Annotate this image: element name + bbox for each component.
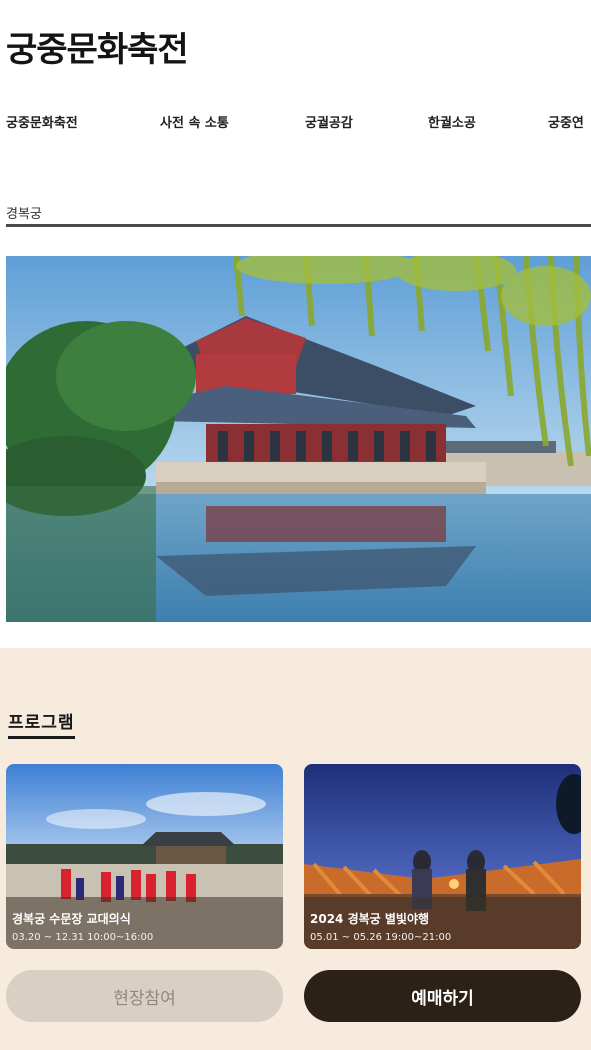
nav-item-palace-banquet[interactable]: 궁중연	[548, 112, 584, 131]
hero-image	[6, 256, 591, 622]
program-card-guard-ceremony[interactable]: 경복궁 수문장 교대의식 03.20 ~ 12.31 10:00~16:00	[6, 764, 283, 949]
section-divider	[6, 224, 591, 227]
program-section-title: 프로그램	[8, 708, 75, 739]
onsite-participation-button[interactable]: 현장참여	[6, 970, 283, 1022]
nav-item-festival[interactable]: 궁중문화축전	[6, 112, 78, 131]
page: 궁중문화축전 궁중문화축전 사전 속 소통 궁궐공감 한궐소공 궁중연 경복궁	[0, 0, 591, 1050]
hero-pavilion-illustration	[6, 256, 591, 622]
card-title: 2024 경복궁 별빛야행	[310, 912, 430, 926]
section-label-gyeongbokgung[interactable]: 경복궁	[6, 203, 42, 222]
card-title: 경복궁 수문장 교대의식	[12, 912, 131, 926]
reserve-button[interactable]: 예매하기	[304, 970, 581, 1022]
program-section: 프로그램 경복궁 수문장 교대의식 03.20 ~ 12.31 10:00~16…	[0, 648, 591, 1050]
program-card-starlight-night[interactable]: 2024 경복궁 별빛야행 05.01 ~ 05.26 19:00~21:00	[304, 764, 581, 949]
nav-item-communication[interactable]: 사전 속 소통	[160, 112, 229, 131]
main-nav: 궁중문화축전 사전 속 소통 궁궐공감 한궐소공 궁중연	[0, 110, 591, 136]
card-date-time: 05.01 ~ 05.26 19:00~21:00	[310, 932, 452, 943]
nav-item-palace-empathy[interactable]: 궁궐공감	[305, 112, 353, 131]
card-date-time: 03.20 ~ 12.31 10:00~16:00	[12, 932, 154, 943]
nav-item-small-palace[interactable]: 한궐소공	[428, 112, 476, 131]
site-logo[interactable]: 궁중문화축전	[6, 22, 189, 71]
